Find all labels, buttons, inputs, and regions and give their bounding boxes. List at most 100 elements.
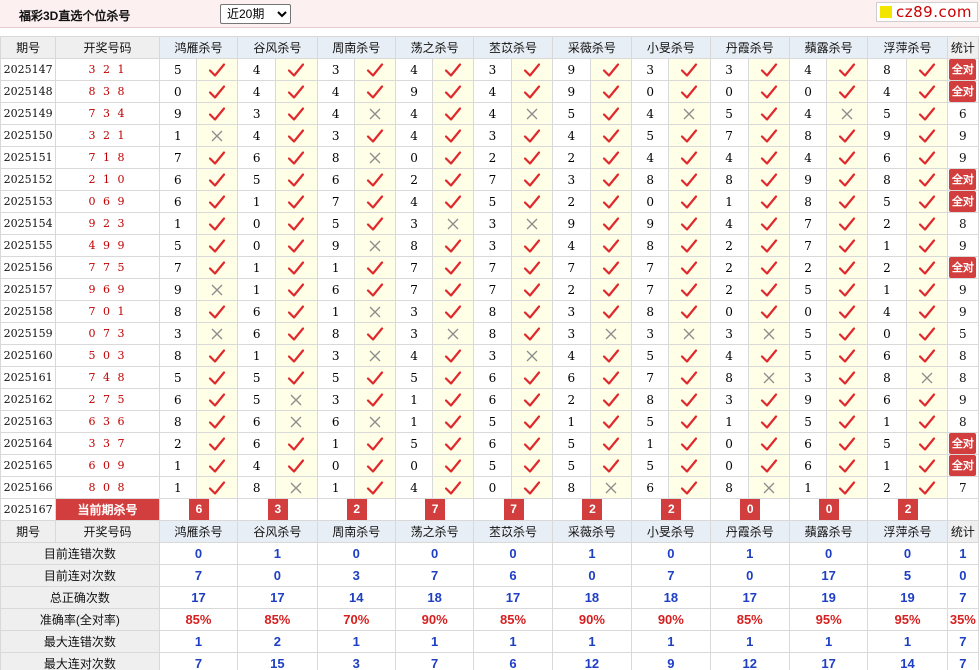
check-icon: [828, 348, 867, 364]
result-mark: [432, 278, 475, 301]
result-mark: [510, 388, 553, 411]
kill-value: 4: [237, 454, 277, 477]
col-killer-header[interactable]: 小旻杀号: [631, 520, 711, 543]
col-killer-header[interactable]: 采薇杀号: [551, 36, 633, 59]
kill-value: 3: [473, 234, 512, 257]
check-icon: [197, 414, 236, 430]
col-killer-header[interactable]: 谷风杀号: [237, 520, 318, 543]
summary-value: 1: [709, 542, 790, 565]
check-icon: [355, 282, 394, 298]
kill-value: 1: [158, 476, 197, 499]
col-killer-header[interactable]: 荡之杀号: [394, 36, 475, 59]
kill-value: 2: [709, 256, 749, 279]
cross-icon: [355, 349, 394, 363]
result-mark: [275, 168, 318, 191]
result-mark: [747, 146, 790, 169]
check-icon: [355, 326, 394, 342]
result-mark: [747, 432, 790, 455]
check-icon: [355, 436, 394, 452]
result-mark: [353, 80, 396, 103]
result-mark: [195, 234, 239, 257]
kill-value: 6: [316, 168, 355, 191]
kill-value: 9: [867, 124, 907, 147]
kill-value: 9: [158, 102, 197, 125]
col-killer-header[interactable]: 苤苡杀号: [473, 520, 553, 543]
kill-value: 7: [316, 190, 355, 213]
col-killer-header[interactable]: 蘋露杀号: [788, 36, 869, 59]
kill-value: 3: [316, 344, 355, 367]
result-mark: [195, 366, 239, 389]
summary-total: 0: [946, 564, 980, 587]
cross-icon: [434, 217, 473, 231]
kill-value: 3: [316, 388, 355, 411]
col-issue-header: 期号: [0, 36, 57, 59]
col-killer-header[interactable]: 丹霞杀号: [709, 36, 790, 59]
check-icon: [670, 150, 709, 166]
check-icon: [434, 150, 473, 166]
check-icon: [828, 282, 867, 298]
col-killer-header[interactable]: 谷风杀号: [237, 36, 318, 59]
current-issue-row: 2025167 当前期杀号 6 3 2 7 7 2 2 0 0 2: [0, 498, 980, 521]
result-mark: [432, 58, 475, 81]
result-mark: [747, 322, 790, 345]
kill-value: 5: [631, 344, 670, 367]
table-row: 2025163 6 3 686615151518: [0, 410, 980, 433]
col-killer-header[interactable]: 采薇杀号: [551, 520, 633, 543]
kill-value: 6: [867, 146, 907, 169]
check-icon: [749, 238, 788, 254]
col-killer-header[interactable]: 鸿雁杀号: [158, 36, 239, 59]
kill-value: 0: [237, 234, 277, 257]
kill-value: 4: [709, 344, 749, 367]
result-mark: [353, 454, 396, 477]
summary-value: 0: [237, 564, 318, 587]
result-mark: [510, 146, 553, 169]
col-killer-header[interactable]: 蘋露杀号: [788, 520, 869, 543]
result-mark: [589, 212, 633, 235]
result-mark: [905, 80, 948, 103]
kill-value: 3: [316, 124, 355, 147]
summary-value: 1: [867, 630, 948, 653]
check-icon: [670, 370, 709, 386]
draw-numbers: 9 2 3: [55, 212, 160, 235]
result-mark: [432, 80, 475, 103]
current-kill-cell: 0: [788, 498, 869, 521]
result-mark: [275, 300, 318, 323]
kill-value: 0: [788, 300, 828, 323]
kill-value: 0: [237, 212, 277, 235]
col-killer-header[interactable]: 周南杀号: [316, 36, 396, 59]
current-kill-cell: 0: [709, 498, 790, 521]
result-mark: [589, 234, 633, 257]
kill-value: 3: [551, 300, 591, 323]
check-icon: [670, 304, 709, 320]
col-killer-header[interactable]: 小旻杀号: [631, 36, 711, 59]
summary-value: 3: [316, 564, 396, 587]
summary-value: 0: [788, 542, 869, 565]
table-row: 2025154 9 2 31 0 5 3 3 9 9 4 7 2 8: [0, 212, 980, 235]
check-icon: [197, 194, 236, 210]
col-killer-header[interactable]: 丹霞杀号: [709, 520, 790, 543]
result-mark: [195, 344, 239, 367]
result-mark: [826, 102, 869, 125]
col-killer-header[interactable]: 鸿雁杀号: [158, 520, 239, 543]
period-select[interactable]: 近20期: [220, 4, 291, 24]
result-mark: [195, 58, 239, 81]
result-mark: [826, 58, 869, 81]
col-killer-header[interactable]: 荡之杀号: [394, 520, 475, 543]
result-mark: [905, 168, 948, 191]
issue-number: 2025153: [0, 190, 57, 213]
check-icon: [591, 172, 630, 188]
current-stat-empty: [946, 498, 980, 521]
kill-value: 3: [631, 322, 670, 345]
current-kill-cell: 3: [237, 498, 318, 521]
result-mark: [905, 432, 948, 455]
col-killer-header[interactable]: 周南杀号: [316, 520, 396, 543]
site-logo[interactable]: cz89.com: [876, 2, 978, 22]
col-killer-header[interactable]: 苤苡杀号: [473, 36, 553, 59]
row-stat: 9: [946, 124, 980, 147]
check-icon: [197, 392, 236, 408]
col-killer-header[interactable]: 浮萍杀号: [867, 36, 948, 59]
col-killer-header[interactable]: 浮萍杀号: [867, 520, 948, 543]
check-icon: [907, 84, 946, 100]
result-mark: [195, 432, 239, 455]
result-mark: [275, 102, 318, 125]
